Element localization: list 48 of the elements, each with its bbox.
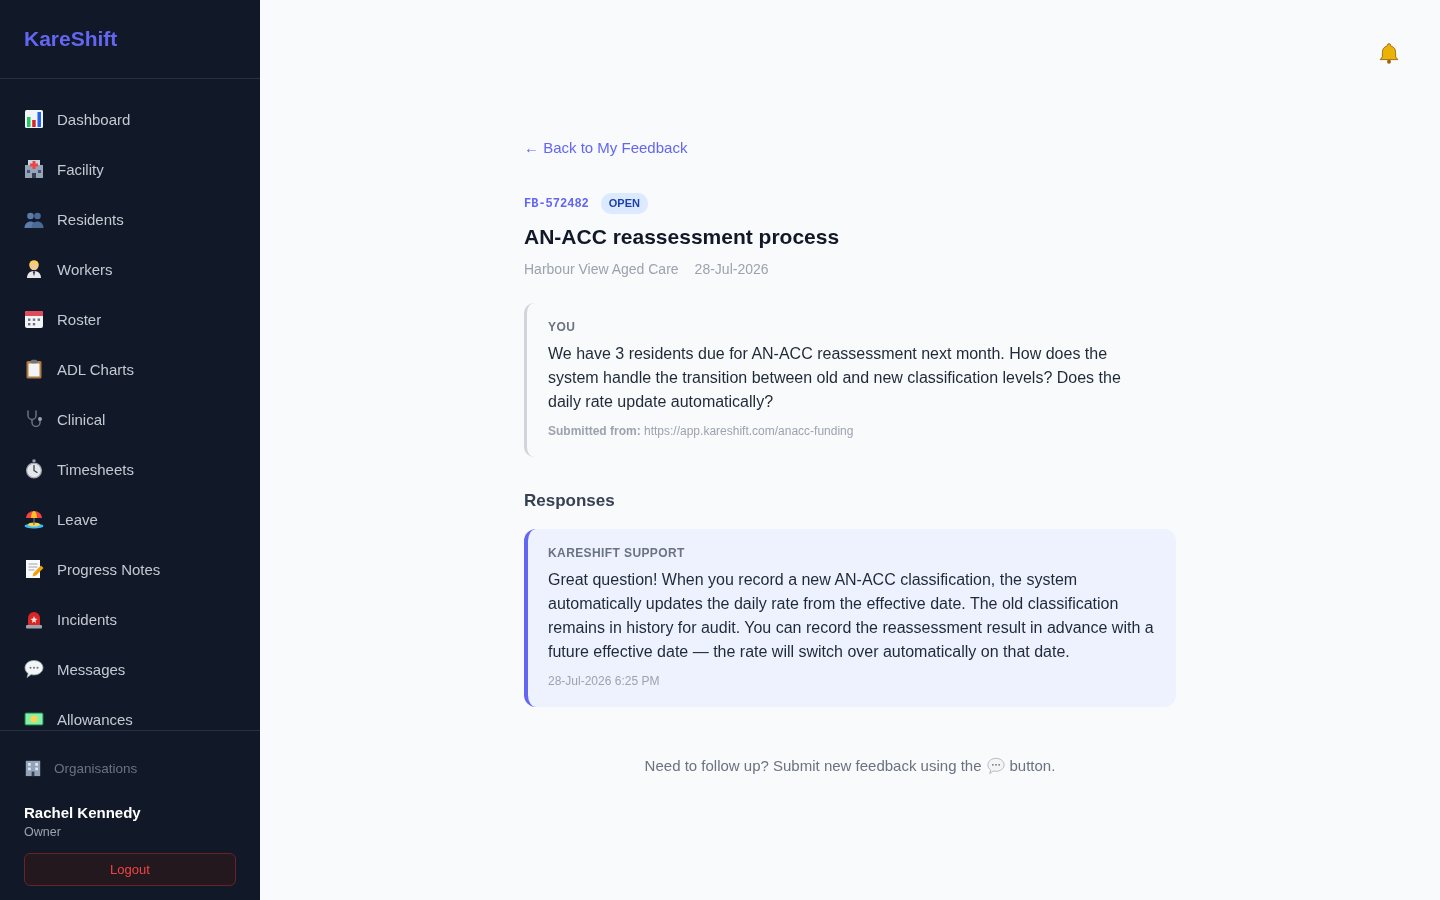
nav-item[interactable]: Roster	[0, 294, 260, 344]
organisations-link[interactable]: Organisations	[24, 758, 236, 778]
nav-item[interactable]: Residents	[0, 194, 260, 244]
responses-heading: Responses	[524, 490, 615, 512]
nav-item[interactable]: Workers	[0, 244, 260, 294]
response-body: Great question! When you record a new AN-ACC classification, the system automatically updates the daily rate from the effective date. The old classification remains in history for audit. You can record the reassessment result in advance with a future effective date — the rate will switch over automatically on that date.	[548, 570, 1155, 662]
nav-item[interactable]: Messages	[0, 644, 260, 694]
nav-item[interactable]: Dashboard	[0, 94, 260, 144]
nav-item[interactable]: ADL Charts	[0, 344, 260, 394]
nav-item[interactable]: Progress Notes	[0, 544, 260, 594]
notifications-bell-icon[interactable]	[1378, 42, 1400, 64]
submitted-from: Submitted from: https://app.kareshift.com/anacc-funding	[548, 423, 855, 439]
facility-name: Harbour View Aged Care	[524, 260, 679, 278]
user-role: Owner	[24, 824, 62, 840]
follow-up-note: button.	[1009, 757, 1056, 775]
feedback-id: FB-572482	[524, 196, 589, 211]
message-author: YOU	[548, 319, 577, 335]
memo-pencil-icon	[24, 559, 44, 579]
banknote-icon	[24, 709, 44, 729]
back-link[interactable]: ← Back to My Feedback	[524, 139, 688, 157]
nav-item[interactable]: Leave	[0, 494, 260, 544]
response-timestamp: 28-Jul-2026 6:25 PM	[548, 673, 661, 689]
message-body: We have 3 residents due for AN-ACC reassessment next month. How does the system handle the transition between old and new classification levels? Does the daily rate update automatically?	[548, 344, 1122, 412]
beach-umbrella-icon	[24, 509, 44, 529]
app-logo[interactable]: KareShift	[24, 27, 118, 51]
stethoscope-icon	[24, 409, 44, 429]
logout-button[interactable]: Logout	[24, 853, 236, 886]
office-building-icon	[24, 759, 42, 777]
nav-item[interactable]: Allowances	[0, 694, 260, 730]
nav-item[interactable]: Incidents	[0, 594, 260, 644]
status-badge: OPEN	[600, 193, 648, 214]
nav-item[interactable]: Timesheets	[0, 444, 260, 494]
feedback-date: 28-Jul-2026	[694, 260, 769, 278]
stopwatch-icon	[24, 459, 44, 479]
response-author: KARESHIFT SUPPORT	[548, 545, 686, 561]
calendar-icon	[24, 309, 44, 329]
person-icon	[24, 259, 44, 279]
follow-up-note: Need to follow up? Submit new feedback using the	[644, 757, 982, 775]
hospital-icon	[24, 159, 44, 179]
speech-bubble-icon	[986, 757, 1005, 775]
feedback-title: AN-ACC reassessment process	[524, 224, 840, 250]
speech-bubble-icon	[24, 659, 44, 679]
user-name: Rachel Kennedy	[24, 804, 142, 822]
clipboard-icon	[24, 359, 44, 379]
bar-chart-icon	[24, 109, 44, 129]
nav-item[interactable]: Clinical	[0, 394, 260, 444]
nav-item[interactable]: Facility	[0, 144, 260, 194]
siren-icon	[24, 609, 44, 629]
